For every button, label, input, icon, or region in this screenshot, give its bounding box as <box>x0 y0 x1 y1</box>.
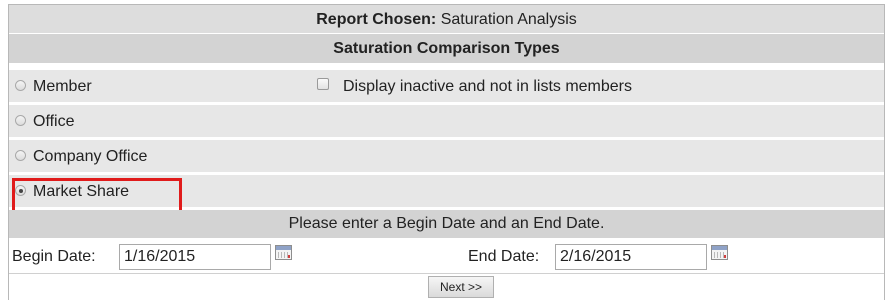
inactive-members-checkbox[interactable] <box>317 78 329 90</box>
end-date-calendar-icon[interactable] <box>711 245 728 260</box>
office-radio[interactable] <box>15 115 26 126</box>
office-label[interactable]: Office <box>33 112 75 132</box>
report-header: Report Chosen: Saturation Analysis <box>9 5 884 34</box>
market-share-highlight <box>12 178 182 214</box>
company-office-label[interactable]: Company Office <box>33 147 147 167</box>
option-company-office-row: Company Office <box>9 139 884 172</box>
inactive-members-label[interactable]: Display inactive and not in lists member… <box>343 77 632 97</box>
begin-date-label: Begin Date: <box>12 248 96 265</box>
begin-date-calendar-icon[interactable] <box>275 245 292 260</box>
option-office-row: Office <box>9 104 884 137</box>
option-member-row: Member Display inactive and not in lists… <box>9 69 884 102</box>
member-radio[interactable] <box>15 80 26 91</box>
report-chosen-value: Saturation Analysis <box>440 11 577 28</box>
next-button[interactable]: Next >> <box>428 276 494 298</box>
date-range-row: Begin Date: End Date: <box>9 238 884 274</box>
member-label[interactable]: Member <box>33 77 92 97</box>
report-form: Report Chosen: Saturation Analysis Satur… <box>8 4 885 300</box>
company-office-radio[interactable] <box>15 150 26 161</box>
report-chosen-label: Report Chosen: <box>316 11 437 28</box>
date-prompt: Please enter a Begin Date and an End Dat… <box>9 210 884 238</box>
end-date-input[interactable] <box>555 244 707 270</box>
next-row: Next >> <box>9 274 884 300</box>
end-date-label: End Date: <box>468 248 540 265</box>
begin-date-input[interactable] <box>119 244 271 270</box>
section-title: Saturation Comparison Types <box>9 34 884 63</box>
